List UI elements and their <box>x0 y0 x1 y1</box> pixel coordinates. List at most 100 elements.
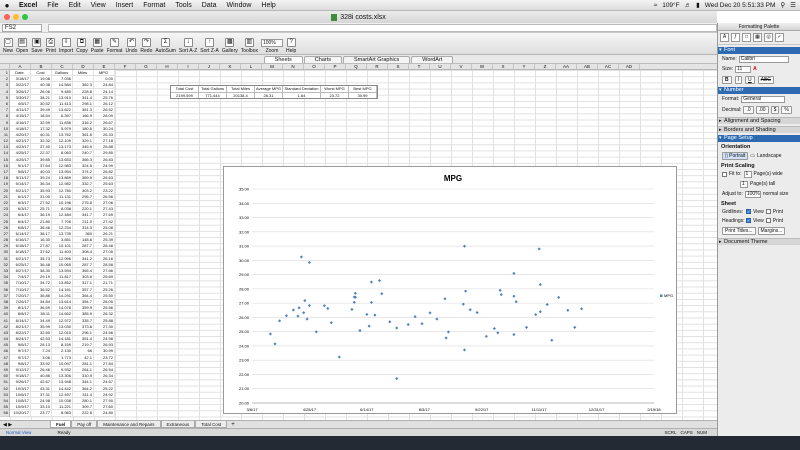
select-all-corner[interactable] <box>0 64 10 69</box>
column-header-m[interactable]: M <box>262 64 283 69</box>
margins-button[interactable]: Margins... <box>757 226 786 235</box>
zoom-window-button[interactable] <box>22 14 28 20</box>
font-name-field[interactable]: Calibri <box>738 55 789 63</box>
palette-object-icon[interactable]: □ <box>742 33 751 42</box>
mpg-scatter-chart[interactable]: MPG 20.00 21.00 22.00 23.00 24.00 25.00 26.00 27… <box>224 167 678 415</box>
document-theme-section-header[interactable]: Document Theme <box>718 238 800 246</box>
column-header-ad[interactable]: AD <box>619 64 640 69</box>
column-header-w[interactable]: W <box>472 64 493 69</box>
font-size-field[interactable]: 11 <box>735 65 752 73</box>
table-cell[interactable]: 8.983 <box>52 410 73 417</box>
volume-icon[interactable]: ♬ <box>685 2 692 9</box>
column-header-n[interactable]: N <box>283 64 304 69</box>
column-header-s[interactable]: S <box>388 64 409 69</box>
column-header-ac[interactable]: AC <box>598 64 619 69</box>
borders-section-header[interactable]: Borders and Shading <box>718 126 800 134</box>
undo-button[interactable]: ↶ Undo <box>125 38 137 54</box>
new-button[interactable]: ▢ New <box>3 38 13 54</box>
column-header-ab[interactable]: AB <box>577 64 598 69</box>
add-sheet-button[interactable]: + <box>227 422 239 428</box>
sheet-tab-fuel[interactable]: Fuel <box>50 421 72 428</box>
adjust-to-field[interactable]: 100% <box>744 190 761 198</box>
ribbon-tab-wordart[interactable]: WordArt <box>411 56 454 63</box>
formula-input[interactable] <box>48 23 717 32</box>
palette-compat-icon[interactable]: ✓ <box>775 33 784 42</box>
apple-menu-icon[interactable]: ● <box>0 1 14 10</box>
format-button[interactable]: ✎ Format <box>107 38 122 54</box>
column-header-k[interactable]: K <box>220 64 241 69</box>
table-cell[interactable]: 10/20/17 <box>10 410 31 417</box>
temperature[interactable]: 109°F <box>662 2 679 9</box>
summary-value[interactable]: 771.444 <box>199 92 227 98</box>
strikethrough-button[interactable]: ABC <box>757 75 774 84</box>
summary-value[interactable]: 26.31 <box>255 92 283 98</box>
headings-view-checkbox[interactable]: ✓ <box>746 218 751 223</box>
column-header-t[interactable]: T <box>409 64 430 69</box>
table-cell[interactable]: 23.77 <box>31 410 52 417</box>
summary-value[interactable]: 2199.599 <box>171 92 199 98</box>
sort-a-z-button[interactable]: ↓ Sort A-Z <box>179 38 197 54</box>
column-header-d[interactable]: D <box>73 64 94 69</box>
table-cell[interactable]: 24.80 <box>94 410 115 417</box>
search-icon[interactable]: ⚲ <box>780 1 785 9</box>
sheet-nav-arrows[interactable]: ◀ ▶ <box>0 422 50 428</box>
currency-button[interactable]: $ <box>770 105 780 114</box>
redo-button[interactable]: ↷ Redo <box>140 38 152 54</box>
column-header-a[interactable]: A <box>10 64 31 69</box>
sheet-tab-maintenance-and-repairs[interactable]: Maintenance and Repairs <box>97 421 161 428</box>
mpg-chart[interactable]: MPG 20.00 21.00 22.00 23.00 24.00 25.00 26.00 27… <box>223 166 677 414</box>
column-header-aa[interactable]: AA <box>556 64 577 69</box>
number-format-select[interactable]: General <box>741 95 786 103</box>
minimize-window-button[interactable] <box>13 14 19 20</box>
fit-to-checkbox[interactable] <box>722 171 727 177</box>
column-header-j[interactable]: J <box>199 64 220 69</box>
column-header-p[interactable]: P <box>325 64 346 69</box>
menu-insert[interactable]: Insert <box>111 2 139 9</box>
page-setup-section-header[interactable]: Page Setup <box>718 135 800 142</box>
column-header-h[interactable]: H <box>157 64 178 69</box>
number-section-header[interactable]: Number <box>718 87 800 94</box>
alignment-section-header[interactable]: Alignment and Spacing <box>718 117 800 125</box>
clock[interactable]: Wed Dec 20 5:51:33 PM <box>705 2 776 9</box>
column-header-e[interactable]: E <box>94 64 115 69</box>
menu-data[interactable]: Data <box>197 2 222 9</box>
menu-edit[interactable]: Edit <box>64 2 86 9</box>
sheet-tab-extraneous[interactable]: Extraneous <box>160 421 196 428</box>
menu-view[interactable]: View <box>86 2 111 9</box>
sheet-tab-pay-off[interactable]: Pay off <box>71 421 98 428</box>
normal-view-button[interactable]: Normal View <box>0 430 37 435</box>
print-button[interactable]: ⎙ Print <box>46 38 56 54</box>
summary-value[interactable]: 23.72 <box>321 92 349 98</box>
menu-window[interactable]: Window <box>222 2 257 9</box>
landscape-label[interactable]: Landscape <box>757 153 781 159</box>
percent-button[interactable]: % <box>781 105 792 114</box>
print-titles-button[interactable]: Print Titles... <box>722 226 756 235</box>
menu-file[interactable]: File <box>42 2 63 9</box>
help-button[interactable]: ? Help <box>286 38 296 54</box>
font-section-header[interactable]: Font <box>718 47 800 54</box>
portrait-button[interactable]: ▯ Portrait <box>722 151 749 160</box>
menu-excel[interactable]: Excel <box>14 2 42 9</box>
menu-list-icon[interactable]: ☰ <box>790 1 796 9</box>
column-header-b[interactable]: B <box>31 64 52 69</box>
column-header-g[interactable]: G <box>136 64 157 69</box>
palette-scrapbook-icon[interactable]: ▦ <box>753 33 762 42</box>
close-window-button[interactable] <box>4 14 10 20</box>
menu-help[interactable]: Help <box>256 2 280 9</box>
gridlines-print-checkbox[interactable] <box>765 209 771 214</box>
gridlines-view-checkbox[interactable]: ✓ <box>746 209 751 214</box>
zoom-button[interactable]: 100% Zoom <box>260 39 283 54</box>
column-header-l[interactable]: L <box>241 64 262 69</box>
copy-button[interactable]: ⧉ Copy <box>76 38 88 54</box>
column-header-o[interactable]: O <box>304 64 325 69</box>
column-header-z[interactable]: Z <box>535 64 556 69</box>
name-box[interactable]: FS2 <box>2 23 42 32</box>
column-header-x[interactable]: X <box>493 64 514 69</box>
save-button[interactable]: ▣ Save <box>31 38 43 54</box>
wifi-icon[interactable]: ≈ <box>654 2 658 9</box>
sort-z-a-button[interactable]: ↑ Sort Z-A <box>200 38 219 54</box>
ribbon-tab-charts[interactable]: Charts <box>303 56 342 63</box>
import-button[interactable]: ⇩ Import <box>59 38 73 54</box>
open-button[interactable]: ▤ Open <box>16 38 28 54</box>
decrease-decimal-button[interactable]: .00 <box>755 105 769 114</box>
